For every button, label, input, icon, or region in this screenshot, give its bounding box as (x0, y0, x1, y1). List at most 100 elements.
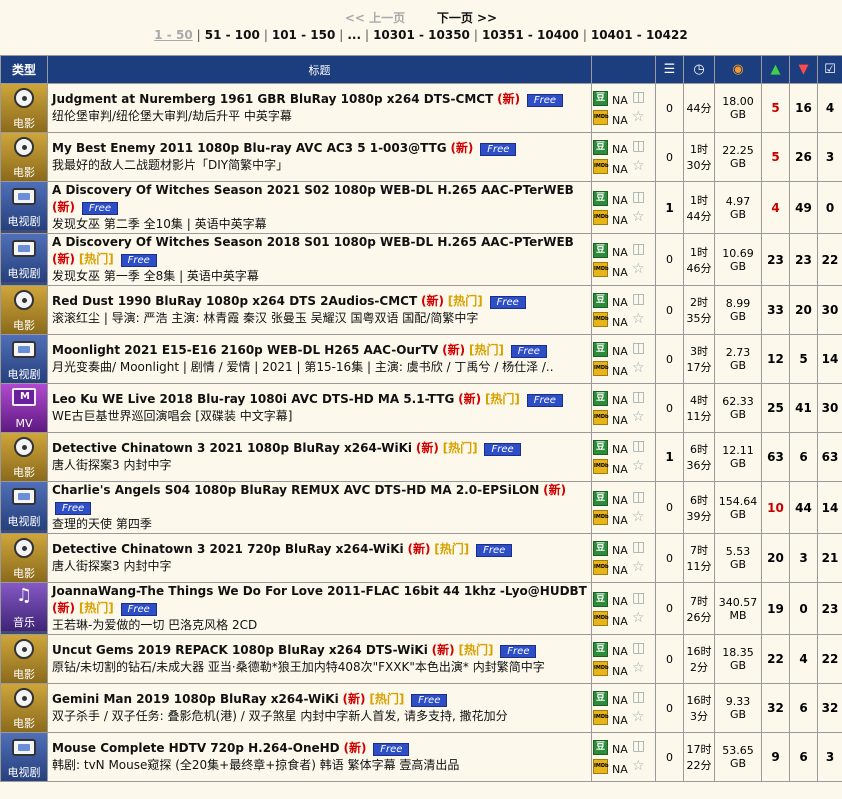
douban-icon[interactable]: 豆 (593, 691, 608, 706)
imdb-icon[interactable]: IMDb (593, 710, 609, 725)
leechers-count[interactable]: 44 (789, 481, 818, 534)
bookmark-star-icon[interactable]: ☆ (632, 261, 645, 277)
comments-count[interactable]: 0 (655, 383, 684, 433)
bookmark-star-icon[interactable]: ☆ (632, 311, 645, 327)
seeders-count[interactable]: 12 (761, 334, 790, 384)
category-icon[interactable]: MV (1, 384, 47, 432)
douban-icon[interactable]: 豆 (593, 293, 608, 308)
category-icon[interactable]: 电影 (1, 84, 47, 132)
completed-count[interactable]: 0 (817, 181, 842, 234)
completed-count[interactable]: 30 (817, 383, 842, 433)
category-cell[interactable]: 电影 (0, 683, 48, 733)
category-icon[interactable]: 电影 (1, 286, 47, 334)
leechers-count[interactable]: 4 (789, 634, 818, 684)
page-range-link[interactable]: 101 - 150 (272, 28, 335, 42)
torrent-title-link[interactable]: Moonlight 2021 E15-E16 2160p WEB-DL H265… (52, 343, 438, 357)
leechers-count[interactable]: 26 (789, 132, 818, 182)
category-cell[interactable]: 电影 (0, 83, 48, 133)
header-seeders[interactable]: ▲ (761, 55, 790, 84)
refresh-icon[interactable]: ◫ (632, 241, 645, 257)
bookmark-star-icon[interactable]: ☆ (632, 559, 645, 575)
completed-count[interactable]: 22 (817, 634, 842, 684)
leechers-count[interactable]: 6 (789, 432, 818, 482)
imdb-icon[interactable]: IMDb (593, 610, 609, 626)
category-icon[interactable]: 电视剧 (1, 482, 47, 530)
completed-count[interactable]: 14 (817, 481, 842, 534)
torrent-title-link[interactable]: Detective Chinatown 3 2021 1080p BluRay … (52, 441, 412, 455)
completed-count[interactable]: 30 (817, 285, 842, 335)
imdb-icon[interactable]: IMDb (593, 759, 609, 774)
category-icon[interactable]: 电影 (1, 534, 47, 582)
page-range-link[interactable]: 10301 - 10350 (373, 28, 470, 42)
seeders-count[interactable]: 10 (761, 481, 790, 534)
header-comments[interactable]: ☰ (655, 55, 684, 84)
comments-count[interactable]: 0 (655, 533, 684, 583)
seeders-count[interactable]: 20 (761, 533, 790, 583)
completed-count[interactable]: 3 (817, 732, 842, 782)
douban-icon[interactable]: 豆 (593, 591, 608, 607)
refresh-icon[interactable]: ◫ (632, 340, 645, 356)
seeders-count[interactable]: 63 (761, 432, 790, 482)
header-time[interactable]: ◷ (683, 55, 715, 84)
torrent-title-link[interactable]: A Discovery Of Witches Season 2021 S02 1… (52, 183, 574, 197)
refresh-icon[interactable]: ◫ (632, 539, 645, 555)
imdb-icon[interactable]: IMDb (593, 110, 609, 125)
seeders-count[interactable]: 19 (761, 582, 790, 635)
bookmark-star-icon[interactable]: ☆ (632, 109, 645, 125)
category-icon[interactable]: 电视剧 (1, 733, 47, 781)
comments-count[interactable]: 1 (655, 181, 684, 234)
category-cell[interactable]: 电视剧 (0, 233, 48, 286)
category-cell[interactable]: 电视剧 (0, 481, 48, 534)
douban-icon[interactable]: 豆 (593, 740, 608, 755)
category-icon[interactable]: 电视剧 (1, 182, 47, 230)
seeders-count[interactable]: 33 (761, 285, 790, 335)
seeders-count[interactable]: 5 (761, 132, 790, 182)
category-icon[interactable]: 音乐 (1, 583, 47, 631)
comments-count[interactable]: 0 (655, 233, 684, 286)
category-cell[interactable]: 电影 (0, 432, 48, 482)
refresh-icon[interactable]: ◫ (632, 389, 645, 405)
douban-icon[interactable]: 豆 (593, 242, 608, 258)
torrent-title-link[interactable]: Judgment at Nuremberg 1961 GBR BluRay 10… (52, 92, 493, 106)
leechers-count[interactable]: 6 (789, 732, 818, 782)
bookmark-star-icon[interactable]: ☆ (632, 709, 645, 725)
completed-count[interactable]: 14 (817, 334, 842, 384)
bookmark-star-icon[interactable]: ☆ (632, 209, 645, 225)
imdb-icon[interactable]: IMDb (593, 312, 609, 327)
leechers-count[interactable]: 23 (789, 233, 818, 286)
leechers-count[interactable]: 5 (789, 334, 818, 384)
completed-count[interactable]: 63 (817, 432, 842, 482)
bookmark-star-icon[interactable]: ☆ (632, 660, 645, 676)
imdb-icon[interactable]: IMDb (593, 261, 609, 277)
refresh-icon[interactable]: ◫ (632, 489, 645, 505)
refresh-icon[interactable]: ◫ (632, 138, 645, 154)
imdb-icon[interactable]: IMDb (593, 410, 609, 425)
category-cell[interactable]: 电视剧 (0, 732, 48, 782)
category-cell[interactable]: 电影 (0, 285, 48, 335)
leechers-count[interactable]: 3 (789, 533, 818, 583)
comments-count[interactable]: 1 (655, 432, 684, 482)
category-cell[interactable]: 电影 (0, 132, 48, 182)
torrent-title-link[interactable]: JoannaWang-The Things We Do For Love 201… (52, 584, 587, 598)
category-icon[interactable]: 电影 (1, 133, 47, 181)
refresh-icon[interactable]: ◫ (632, 640, 645, 656)
category-cell[interactable]: 电视剧 (0, 181, 48, 234)
comments-count[interactable]: 0 (655, 83, 684, 133)
imdb-icon[interactable]: IMDb (593, 509, 609, 525)
refresh-icon[interactable]: ◫ (632, 738, 645, 754)
douban-icon[interactable]: 豆 (593, 440, 608, 455)
header-size[interactable]: ◉ (714, 55, 762, 84)
refresh-icon[interactable]: ◫ (632, 89, 645, 105)
douban-icon[interactable]: 豆 (593, 91, 608, 106)
torrent-title-link[interactable]: A Discovery Of Witches Season 2018 S01 1… (52, 235, 574, 249)
header-leechers[interactable]: ▼ (789, 55, 818, 84)
category-icon[interactable]: 电影 (1, 433, 47, 481)
comments-count[interactable]: 0 (655, 481, 684, 534)
page-range-link[interactable]: ... (347, 28, 361, 42)
imdb-icon[interactable]: IMDb (593, 209, 609, 225)
comments-count[interactable]: 0 (655, 132, 684, 182)
completed-count[interactable]: 32 (817, 683, 842, 733)
torrent-title-link[interactable]: Mouse Complete HDTV 720p H.264-OneHD (52, 741, 340, 755)
next-page-link[interactable]: 下一页 >> (437, 11, 497, 25)
seeders-count[interactable]: 23 (761, 233, 790, 286)
